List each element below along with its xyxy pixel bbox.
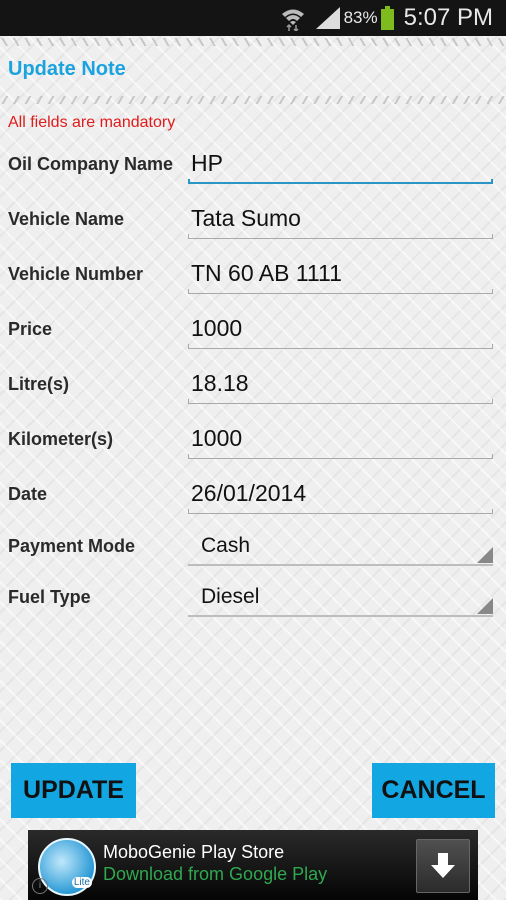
info-icon[interactable]: i xyxy=(32,878,48,894)
logo-badge: Lite xyxy=(71,877,92,888)
download-arrow-icon xyxy=(431,853,455,878)
ad-banner[interactable]: Lite i MoboGenie Play Store Download fro… xyxy=(28,830,478,900)
vehicle-number-input[interactable]: TN 60 AB 1111 xyxy=(188,254,493,294)
field-label: Price xyxy=(8,319,53,339)
form-row-vehicle-name: Vehicle Name Tata Sumo xyxy=(0,199,506,247)
vehicle-name-input[interactable]: Tata Sumo xyxy=(188,199,493,239)
form-row-date: Date 26/01/2014 xyxy=(0,474,506,522)
form-row-fuel-type: Fuel Type Diesel xyxy=(0,577,506,625)
fuel-type-select[interactable]: Diesel xyxy=(188,577,493,617)
date-input[interactable]: 26/01/2014 xyxy=(188,474,493,514)
kilometers-input[interactable]: 1000 xyxy=(188,419,493,459)
field-label: Fuel Type xyxy=(8,587,91,607)
dropdown-arrow-icon xyxy=(477,547,493,563)
field-label: Vehicle Name xyxy=(8,209,125,229)
price-input[interactable]: 1000 xyxy=(188,309,493,349)
field-label: Oil Company Name xyxy=(8,154,174,174)
update-button[interactable]: UPDATE xyxy=(11,763,136,818)
divider xyxy=(0,96,506,104)
form-row-oil-company: Oil Company Name HP xyxy=(0,144,506,192)
cancel-button[interactable]: CANCEL xyxy=(372,763,495,818)
payment-mode-select[interactable]: Cash xyxy=(188,526,493,566)
signal-icon xyxy=(315,7,340,29)
litres-input[interactable]: 18.18 xyxy=(188,364,493,404)
ad-title: MoboGenie Play Store xyxy=(103,842,285,862)
divider xyxy=(0,38,506,46)
download-button[interactable] xyxy=(416,839,470,893)
status-bar: 83% 5:07 PM xyxy=(0,0,506,36)
oil-company-input[interactable]: HP xyxy=(188,144,493,184)
form-row-payment-mode: Payment Mode Cash xyxy=(0,526,506,574)
page-title: Update Note xyxy=(8,58,126,80)
form-row-kilometers: Kilometer(s) 1000 xyxy=(0,419,506,467)
field-label: Date xyxy=(8,484,48,504)
mandatory-notice: All fields are mandatory xyxy=(8,114,176,131)
form-row-vehicle-number: Vehicle Number TN 60 AB 1111 xyxy=(0,254,506,302)
form-row-price: Price 1000 xyxy=(0,309,506,357)
clock: 5:07 PM xyxy=(403,4,493,31)
battery-percent: 83% xyxy=(343,8,378,27)
dropdown-arrow-icon xyxy=(477,598,493,614)
field-label: Vehicle Number xyxy=(8,264,144,284)
field-label: Litre(s) xyxy=(8,374,70,394)
field-label: Kilometer(s) xyxy=(8,429,114,449)
ad-subtitle: Download from Google Play xyxy=(103,864,328,884)
wifi-icon xyxy=(281,9,304,31)
field-label: Payment Mode xyxy=(8,536,136,556)
form-row-litres: Litre(s) 18.18 xyxy=(0,364,506,412)
battery-icon xyxy=(380,6,394,30)
